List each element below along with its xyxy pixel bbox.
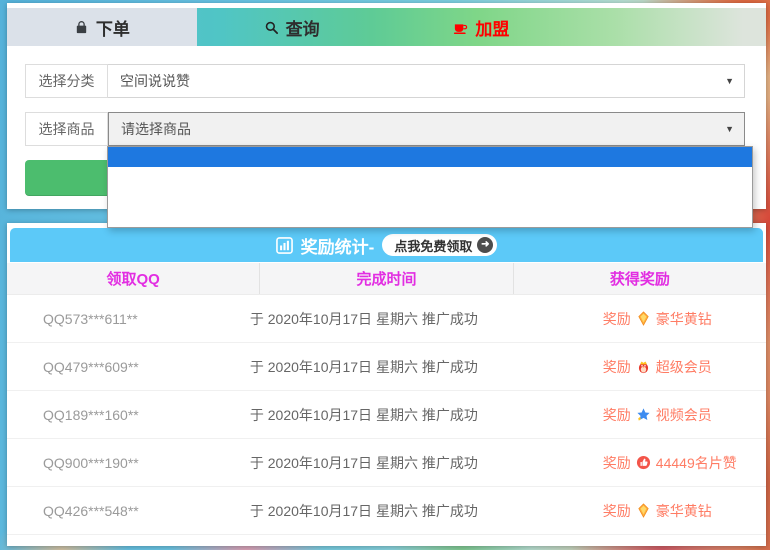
thumbs-up-icon (636, 455, 651, 470)
table-row: QQ479***609** 于 2020年10月17日 星期六 推广成功 奖励 … (7, 343, 766, 391)
search-icon (264, 20, 279, 35)
table-row: QQ189***160** 于 2020年10月17日 星期六 推广成功 奖励 … (7, 391, 766, 439)
tab-query[interactable]: 查询 (197, 8, 387, 46)
chevron-down-icon: ▼ (725, 76, 734, 86)
header-claim-qq: 领取QQ (7, 263, 259, 294)
product-label: 选择商品 (25, 112, 108, 146)
dropdown-option[interactable] (108, 147, 752, 167)
cell-finish-time: 于 2020年10月17日 星期六 推广成功 (250, 501, 603, 521)
cell-finish-time: 于 2020年10月17日 星期六 推广成功 (250, 357, 603, 377)
reward-prefix: 奖励 (603, 405, 631, 425)
table-row: QQ426***548** 于 2020年10月17日 星期六 推广成功 奖励 … (7, 487, 766, 535)
cell-reward: 奖励 豪华黄钻 (603, 309, 766, 329)
cell-claim-qq: QQ573***611** (7, 311, 250, 327)
dropdown-option[interactable] (108, 207, 752, 227)
cell-finish-time: 于 2020年10月17日 星期六 推广成功 (250, 405, 603, 425)
table-row: QQ900***190** 于 2020年10月17日 星期六 推广成功 奖励 … (7, 439, 766, 487)
dropdown-option[interactable] (108, 167, 752, 187)
tab-join[interactable]: 加盟 (387, 8, 577, 46)
reward-name: 超级会员 (656, 357, 712, 377)
stats-table-body: QQ573***611** 于 2020年10月17日 星期六 推广成功 奖励 … (7, 295, 766, 535)
cell-reward: 奖励 44449名片赞 (603, 453, 766, 473)
reward-prefix: 奖励 (603, 501, 631, 521)
product-row: 选择商品 请选择商品 ▼ (25, 112, 745, 146)
category-label: 选择分类 (25, 64, 108, 98)
reward-name: 视频会员 (656, 405, 712, 425)
tab-bar: 下单 查询 加盟 (7, 8, 766, 46)
reward-name: 豪华黄钻 (656, 501, 712, 521)
reward-prefix: 奖励 (603, 357, 631, 377)
arrow-right-icon: ➜ (477, 237, 493, 253)
reward-stats-title: 奖励统计- (301, 233, 375, 258)
product-select[interactable]: 请选择商品 ▼ (108, 112, 745, 146)
cell-reward: 奖励 豪华黄钻 (603, 501, 766, 521)
claim-free-button[interactable]: 点我免费领取 ➜ (382, 234, 497, 256)
blue-star-icon (636, 407, 651, 422)
category-select[interactable]: 空间说说赞 ▼ (108, 64, 745, 98)
cell-claim-qq: QQ189***160** (7, 407, 250, 423)
dropdown-option[interactable] (108, 187, 752, 207)
tab-order[interactable]: 下单 (7, 8, 197, 46)
svip-penguin-icon (636, 359, 651, 374)
cup-icon (453, 20, 468, 35)
reward-prefix: 奖励 (603, 309, 631, 329)
bag-icon (74, 20, 89, 35)
category-select-value: 空间说说赞 (120, 71, 190, 91)
claim-free-label: 点我免费领取 (394, 236, 472, 255)
cell-claim-qq: QQ900***190** (7, 455, 250, 471)
cell-finish-time: 于 2020年10月17日 星期六 推广成功 (250, 453, 603, 473)
yellow-diamond-icon (636, 311, 651, 326)
cell-claim-qq: QQ479***609** (7, 359, 250, 375)
cell-reward: 奖励 视频会员 (603, 405, 766, 425)
header-finish-time: 完成时间 (259, 263, 512, 294)
product-select-value: 请选择商品 (121, 119, 191, 139)
bar-chart-icon (276, 237, 293, 254)
reward-name: 44449名片赞 (656, 453, 737, 473)
reward-stats-banner: 奖励统计- 点我免费领取 ➜ (10, 228, 763, 262)
reward-name: 豪华黄钻 (656, 309, 712, 329)
page: 下单 查询 加盟 选择分类 空间说说赞 ▼ 选择商品 请选择商品 ▼ 奖励统计 (0, 0, 770, 550)
header-reward: 获得奖励 (513, 263, 766, 294)
table-row: QQ573***611** 于 2020年10月17日 星期六 推广成功 奖励 … (7, 295, 766, 343)
cell-claim-qq: QQ426***548** (7, 503, 250, 519)
order-panel: 下单 查询 加盟 选择分类 空间说说赞 ▼ 选择商品 请选择商品 ▼ (7, 3, 766, 209)
reward-stats-panel: 奖励统计- 点我免费领取 ➜ 领取QQ 完成时间 获得奖励 QQ573***61… (7, 223, 766, 546)
yellow-diamond-icon (636, 503, 651, 518)
reward-prefix: 奖励 (603, 453, 631, 473)
cell-reward: 奖励 超级会员 (603, 357, 766, 377)
product-dropdown-list (107, 146, 753, 228)
stats-table-header: 领取QQ 完成时间 获得奖励 (7, 263, 766, 295)
category-row: 选择分类 空间说说赞 ▼ (25, 64, 745, 98)
chevron-down-icon: ▼ (725, 124, 734, 134)
cell-finish-time: 于 2020年10月17日 星期六 推广成功 (250, 309, 603, 329)
